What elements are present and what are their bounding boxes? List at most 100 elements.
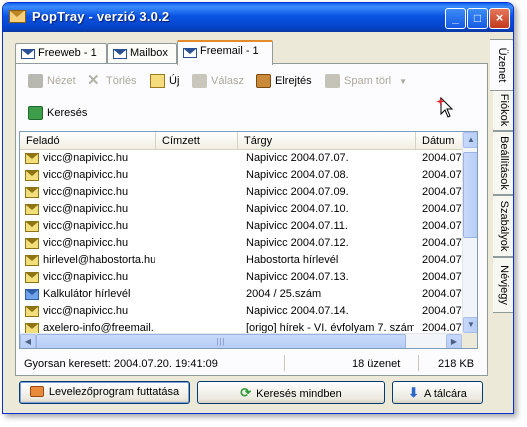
message-from: vicc@napivicc.hu: [43, 203, 129, 215]
column-header-to[interactable]: Címzett: [156, 132, 238, 150]
column-header-subject[interactable]: Tárgy: [238, 132, 416, 150]
new-button[interactable]: Új: [150, 71, 179, 91]
check-all-button[interactable]: ⟳ Keresés mindben: [197, 381, 385, 404]
tab-label: Freeweb - 1: [38, 47, 97, 59]
message-date: 2004.07: [422, 169, 462, 181]
horizontal-scroll-thumb[interactable]: |||: [36, 334, 406, 348]
tab-freemail[interactable]: Freemail - 1: [177, 40, 273, 65]
scroll-down-icon[interactable]: ▼: [463, 317, 477, 333]
message-from: vicc@napivicc.hu: [43, 305, 129, 317]
side-tab-label: Szabályok: [497, 200, 510, 252]
message-from: hirlevel@habostorta.hu: [43, 254, 155, 266]
message-date: 2004.07: [422, 186, 462, 198]
status-message-count: 18 üzenet: [352, 358, 401, 370]
envelope-icon: [25, 153, 39, 164]
list-item[interactable]: vicc@napivicc.hu Napivicc 2004.07.12. 20…: [20, 235, 462, 252]
hide-icon: [256, 74, 271, 88]
list-item[interactable]: hirlevel@habostorta.hu Habostorta hírlev…: [20, 252, 462, 269]
list-item[interactable]: vicc@napivicc.hu Napivicc 2004.07.07. 20…: [20, 150, 462, 167]
message-subject: Napivicc 2004.07.13.: [246, 271, 349, 283]
poptray-app-icon: [9, 10, 26, 23]
delete-button[interactable]: ✕ Törlés: [87, 71, 137, 91]
message-date: 2004.07: [422, 254, 462, 266]
side-tab-label: Fiókok: [497, 93, 510, 127]
hide-button[interactable]: Elrejtés: [256, 71, 312, 91]
message-subject: Napivicc 2004.07.11.: [246, 220, 348, 232]
status-size: 218 KB: [438, 358, 475, 370]
list-item[interactable]: vicc@napivicc.hu Napivicc 2004.07.08. 20…: [20, 167, 462, 184]
reply-label: Válasz: [211, 75, 245, 87]
spam-label: Spam törl: [344, 75, 392, 87]
message-date: 2004.07: [422, 220, 462, 232]
message-date: 2004.07: [422, 152, 462, 164]
message-from: axelero-info@freemail....: [43, 322, 155, 333]
message-date: 2004.07: [422, 203, 462, 215]
search-button[interactable]: Keresés: [28, 103, 87, 123]
list-item[interactable]: axelero-info@freemail.... [origo] hírek …: [20, 320, 462, 333]
list-item[interactable]: vicc@napivicc.hu Napivicc 2004.07.11. 20…: [20, 218, 462, 235]
spam-delete-button[interactable]: Spam törl ▼: [325, 71, 407, 91]
horizontal-scrollbar[interactable]: ◀ ||| ▶: [20, 333, 462, 348]
mail-client-icon: [29, 386, 44, 397]
eye-icon: [28, 74, 43, 88]
envelope-icon: [25, 221, 39, 232]
calculator-mail-icon: [25, 289, 39, 300]
message-list[interactable]: Feladó Címzett Tárgy Dátum vicc@napivicc…: [19, 131, 478, 349]
list-item[interactable]: vicc@napivicc.hu Napivicc 2004.07.09. 20…: [20, 184, 462, 201]
side-tab-beallitasok[interactable]: Beállítások: [493, 131, 513, 195]
side-tab-szabalyok[interactable]: Szabályok: [493, 195, 513, 257]
message-subject: Napivicc 2004.07.07.: [246, 152, 349, 164]
run-mail-client-button[interactable]: Levelezőprogram futtatása: [19, 381, 190, 404]
side-tab-fiokok[interactable]: Fiókok: [493, 89, 513, 131]
maximize-button[interactable]: □: [467, 8, 488, 29]
message-date: 2004.07: [422, 271, 462, 283]
search-label: Keresés: [47, 107, 88, 119]
envelope-icon: [25, 255, 39, 266]
recipient-column-blank: [157, 150, 238, 333]
window-title: PopTray - verzió 3.0.2: [32, 9, 170, 24]
envelope-icon: [183, 48, 197, 58]
to-tray-button[interactable]: ⬇ A tálcára: [392, 381, 483, 404]
list-item[interactable]: vicc@napivicc.hu Napivicc 2004.07.13. 20…: [20, 269, 462, 286]
reply-icon: [192, 74, 207, 88]
view-label: Nézet: [47, 75, 76, 87]
tab-freeweb[interactable]: Freeweb - 1: [15, 43, 107, 64]
side-tab-uzenet[interactable]: Üzenet: [490, 39, 513, 91]
minimize-button[interactable]: _: [445, 8, 466, 29]
vertical-scrollbar[interactable]: ▲ ▼: [462, 132, 477, 333]
scroll-left-icon[interactable]: ◀: [20, 334, 36, 348]
status-divider: [284, 355, 285, 371]
list-item[interactable]: Kalkulátor hírlevél 2004 / 25.szám 2004.…: [20, 286, 462, 303]
message-from: Kalkulátor hírlevél: [43, 288, 131, 300]
delete-label: Törlés: [106, 75, 137, 87]
scroll-up-icon[interactable]: ▲: [463, 132, 477, 148]
side-tab-nevjegy[interactable]: Névjegy: [493, 257, 513, 313]
list-item[interactable]: vicc@napivicc.hu Napivicc 2004.07.10. 20…: [20, 201, 462, 218]
status-divider: [418, 355, 419, 371]
title-bar[interactable]: PopTray - verzió 3.0.2 _ □ ×: [3, 3, 513, 32]
side-tab-label: Névjegy: [497, 265, 510, 305]
chevron-down-icon[interactable]: ▼: [399, 72, 407, 92]
list-item[interactable]: vicc@napivicc.hu Napivicc 2004.07.14. 20…: [20, 303, 462, 320]
tab-mailbox[interactable]: Mailbox: [107, 43, 177, 64]
message-date: 2004.07: [422, 237, 462, 249]
new-label: Új: [169, 75, 180, 87]
close-button[interactable]: ×: [489, 8, 510, 29]
envelope-icon: [113, 49, 127, 59]
delete-x-icon: ✕: [87, 72, 100, 89]
reply-button[interactable]: Válasz: [192, 71, 244, 91]
message-subject: Habostorta hírlevél: [246, 254, 339, 266]
column-header-from[interactable]: Feladó: [20, 132, 156, 150]
vertical-scroll-thumb[interactable]: [463, 152, 477, 238]
envelope-icon: [25, 187, 39, 198]
side-tab-label: Üzenet: [495, 47, 508, 83]
view-button[interactable]: Nézet: [28, 71, 76, 91]
envelope-icon: [25, 272, 39, 283]
column-header-date[interactable]: Dátum: [416, 132, 462, 150]
message-subject: Napivicc 2004.07.09.: [246, 186, 349, 198]
message-from: vicc@napivicc.hu: [43, 186, 129, 198]
arrow-down-icon: ⬇: [408, 385, 420, 400]
hide-label: Elrejtés: [275, 75, 312, 87]
scroll-right-icon[interactable]: ▶: [446, 334, 462, 348]
envelope-icon: [25, 170, 39, 181]
